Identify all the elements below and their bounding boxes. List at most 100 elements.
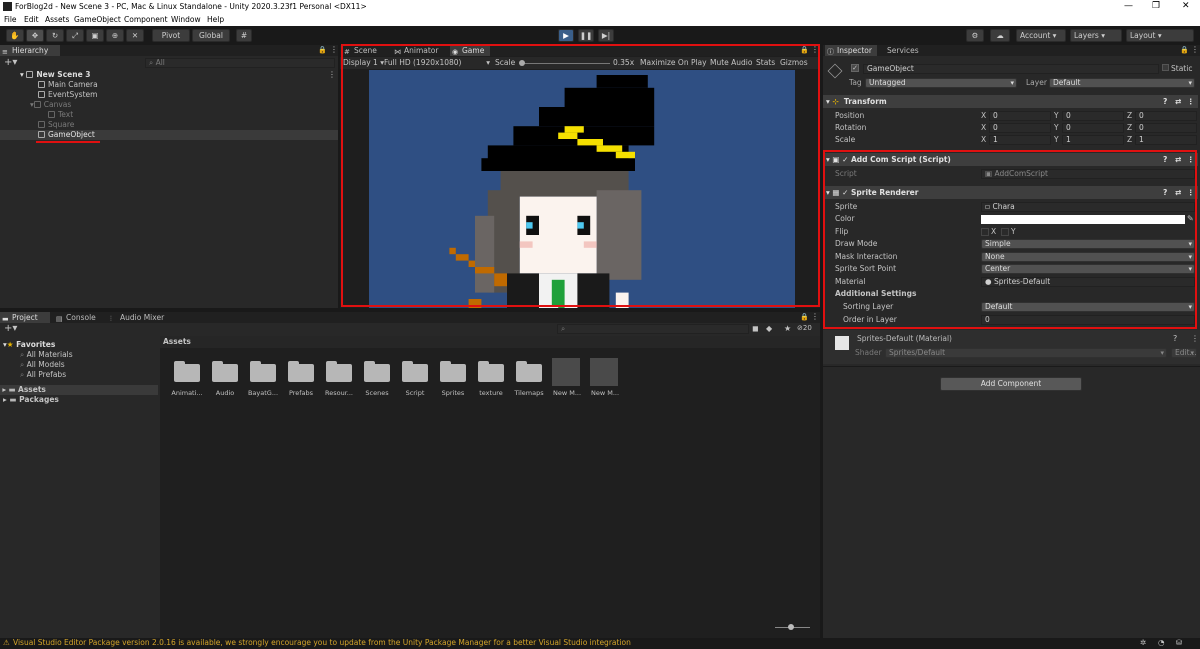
favorite-all-prefabs[interactable]: ⌕ All Prefabs [20, 370, 66, 380]
transform-z-field[interactable]: 0 [1135, 123, 1197, 133]
menu-gameobject[interactable]: GameObject [74, 15, 121, 24]
move-tool-icon[interactable]: ✥ [26, 29, 44, 42]
global-toggle[interactable]: Global [192, 29, 230, 42]
asset-folder[interactable]: Audio [208, 358, 242, 397]
breadcrumb[interactable]: Assets [163, 337, 191, 347]
object-name-field[interactable]: GameObject [863, 64, 1159, 74]
hierarchy-item-canvas[interactable]: ▾ Canvas [30, 100, 71, 110]
asset-folder[interactable]: Prefabs [284, 358, 318, 397]
shader-dropdown[interactable]: Sprites/Default [885, 348, 1167, 358]
hierarchy-item-eventsystem[interactable]: EventSystem [38, 90, 97, 100]
lock-icon[interactable]: 🔒 [1180, 46, 1189, 54]
asset-folder[interactable]: BayatG... [246, 358, 280, 397]
collab-icon[interactable]: ⚙ [966, 29, 984, 42]
favorite-all-models[interactable]: ⌕ All Models [20, 360, 65, 370]
hidden-packages-toggle[interactable]: ⊘20 [797, 324, 812, 332]
transform-x-field[interactable]: 1 [989, 135, 1051, 145]
pivot-toggle[interactable]: Pivot [152, 29, 190, 42]
tab-hierarchy[interactable]: ≡ Hierarchy [0, 45, 60, 56]
play-button[interactable]: ▶ [558, 29, 574, 42]
help-icon[interactable]: ? [1163, 95, 1167, 108]
scale-tool-icon[interactable]: ⤢ [66, 29, 84, 42]
shader-edit-button[interactable]: Edit... [1171, 348, 1197, 358]
asset-material[interactable]: New M... [550, 358, 584, 397]
menu-help[interactable]: Help [207, 15, 224, 24]
cache-icon[interactable]: ⛁ [1176, 638, 1182, 648]
tab-inspector[interactable]: ⓘ Inspector [825, 45, 877, 56]
menu-edit[interactable]: Edit [24, 15, 39, 24]
status-message[interactable]: Visual Studio Editor Package version 2.0… [13, 638, 631, 648]
pause-button[interactable]: ❚❚ [578, 29, 594, 42]
asset-folder[interactable]: Tilemaps [512, 358, 546, 397]
grid-snap-icon[interactable]: # [236, 29, 252, 42]
hierarchy-item-gameobject[interactable]: GameObject [38, 130, 95, 140]
asset-folder[interactable]: Animati... [170, 358, 204, 397]
transform-z-field[interactable]: 1 [1135, 135, 1197, 145]
layers-dropdown[interactable]: Layers ▾ [1070, 29, 1122, 42]
transform-tool-icon[interactable]: ⊕ [106, 29, 124, 42]
transform-z-field[interactable]: 0 [1135, 111, 1197, 121]
label-filter-icon[interactable]: ◆ [766, 324, 772, 333]
rotate-tool-icon[interactable]: ↻ [46, 29, 64, 42]
lock-icon[interactable]: 🔒 [318, 46, 327, 54]
static-checkbox[interactable] [1162, 64, 1169, 71]
packages-root-row[interactable]: ▸ ▬ Packages [3, 395, 59, 405]
active-checkbox[interactable]: ✓ [851, 64, 859, 72]
project-search-input[interactable]: ⌕ [557, 324, 749, 334]
asset-folder[interactable]: Resour... [322, 358, 356, 397]
maximize-icon[interactable]: ❐ [1152, 1, 1160, 11]
add-component-button[interactable]: Add Component [940, 377, 1082, 391]
bug-icon[interactable]: ✲ [1140, 638, 1146, 648]
menu-window[interactable]: Window [171, 15, 201, 24]
menu-assets[interactable]: Assets [45, 15, 69, 24]
asset-folder[interactable]: texture [474, 358, 508, 397]
tab-project[interactable]: ▬ Project [0, 312, 50, 323]
transform-x-field[interactable]: 0 [989, 111, 1051, 121]
panel-menu-icon[interactable]: ⋮ [811, 312, 819, 321]
transform-y-field[interactable]: 1 [1062, 135, 1124, 145]
custom-tool-icon[interactable]: ✕ [126, 29, 144, 42]
hierarchy-search-input[interactable]: ⌕ All [145, 58, 335, 68]
tab-audio-mixer[interactable]: ⫶ Audio Mixer [108, 312, 170, 323]
favorite-all-materials[interactable]: ⌕ All Materials [20, 350, 73, 360]
transform-y-field[interactable]: 0 [1062, 123, 1124, 133]
progress-icon[interactable]: ◔ [1158, 638, 1165, 648]
create-asset-button[interactable]: +▾ [4, 323, 17, 334]
layout-dropdown[interactable]: Layout ▾ [1126, 29, 1194, 42]
lock-icon[interactable]: 🔒 [800, 313, 809, 321]
hierarchy-item-square[interactable]: Square [38, 120, 74, 130]
tab-services[interactable]: Services [875, 45, 925, 56]
menu-component[interactable]: Component [124, 15, 168, 24]
transform-y-field[interactable]: 0 [1062, 111, 1124, 121]
cloud-icon[interactable]: ☁ [990, 29, 1010, 42]
layer-dropdown[interactable]: Default [1049, 78, 1195, 88]
panel-menu-icon[interactable]: ⋮ [330, 45, 338, 54]
transform-x-field[interactable]: 0 [989, 123, 1051, 133]
step-button[interactable]: ▶| [598, 29, 614, 42]
hierarchy-item-text[interactable]: Text [48, 110, 73, 120]
component-menu-icon[interactable]: ⋮ [1187, 95, 1195, 108]
asset-material[interactable]: New M... [588, 358, 622, 397]
transform-header[interactable]: ▾ ⊹ Transform ? ⇄ ⋮ [823, 95, 1198, 108]
component-menu-icon[interactable]: ⋮ [1191, 334, 1199, 343]
hand-tool-icon[interactable]: ✋ [6, 29, 24, 42]
tag-dropdown[interactable]: Untagged [865, 78, 1017, 88]
account-dropdown[interactable]: Account ▾ [1016, 29, 1066, 42]
scene-menu-icon[interactable]: ⋮ [328, 70, 336, 79]
rect-tool-icon[interactable]: ▣ [86, 29, 104, 42]
tab-console[interactable]: ▤ Console [54, 312, 106, 323]
scene-root[interactable]: ▾ New Scene 3 [20, 70, 90, 80]
minimize-icon[interactable]: — [1124, 1, 1133, 11]
asset-folder[interactable]: Sprites [436, 358, 470, 397]
favorites-header[interactable]: ▾★ Favorites [3, 340, 55, 350]
hierarchy-item-main-camera[interactable]: Main Camera [38, 80, 98, 90]
panel-menu-icon[interactable]: ⋮ [1191, 45, 1199, 54]
help-icon[interactable]: ? [1173, 334, 1177, 343]
menu-file[interactable]: File [4, 15, 17, 24]
close-icon[interactable]: ✕ [1182, 1, 1190, 11]
create-button[interactable]: +▾ [4, 57, 17, 68]
assets-root-row[interactable]: ▸ ▬ Assets [0, 385, 158, 395]
asset-folder[interactable]: Script [398, 358, 432, 397]
type-filter-icon[interactable]: ◼ [752, 324, 759, 333]
asset-folder[interactable]: Scenes [360, 358, 394, 397]
